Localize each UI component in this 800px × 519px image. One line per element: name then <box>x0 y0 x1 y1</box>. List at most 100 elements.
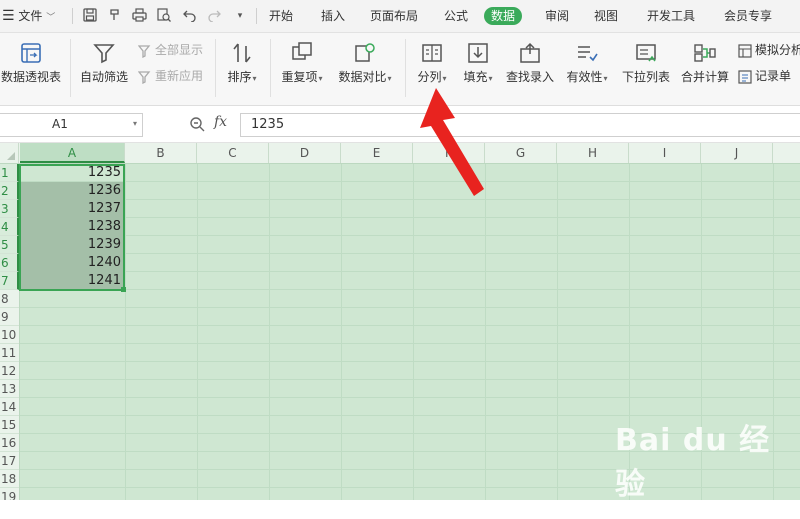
cell-a6[interactable]: 1240 <box>20 254 124 272</box>
column-header-h[interactable]: H <box>557 143 629 163</box>
data-compare-button[interactable]: 数据对比▾ <box>335 41 395 85</box>
fill-handle[interactable] <box>121 287 126 292</box>
sort-icon <box>233 43 251 63</box>
tab-data[interactable]: 数据 <box>484 7 523 25</box>
simulate-analysis-label: 模拟分析 <box>755 43 800 57</box>
row-header[interactable]: 10 <box>0 326 19 344</box>
funnel-clear-icon <box>138 44 151 58</box>
cell-a5[interactable]: 1239 <box>20 236 124 254</box>
column-header-b[interactable]: B <box>125 143 197 163</box>
column-header-j[interactable]: J <box>701 143 773 163</box>
cell-a1[interactable]: 1235 <box>20 164 124 182</box>
row-header[interactable]: 5 <box>0 236 19 254</box>
record-form-button[interactable]: 记录单 <box>738 67 791 85</box>
reapply-label: 重新应用 <box>155 69 204 83</box>
gridline <box>20 397 800 398</box>
caret-down-icon: ▾ <box>442 74 447 83</box>
row-header[interactable]: 17 <box>0 452 19 470</box>
divider <box>70 39 71 97</box>
row-header[interactable]: 6 <box>0 254 19 272</box>
row-header[interactable]: 12 <box>0 362 19 380</box>
row-header[interactable]: 9 <box>0 308 19 326</box>
record-form-label: 记录单 <box>755 69 792 83</box>
tab-home[interactable]: 开始 <box>269 0 293 32</box>
column-header-a[interactable]: A <box>20 143 125 163</box>
gridline <box>269 164 270 500</box>
lookup-entry-button[interactable]: 查找录入 <box>504 41 556 85</box>
print-preview-icon[interactable] <box>156 8 172 24</box>
zoom-search-icon[interactable] <box>189 116 205 136</box>
validity-button[interactable]: 有效性▾ <box>562 41 612 85</box>
row-header[interactable]: 18 <box>0 470 19 488</box>
redo-icon[interactable] <box>206 8 222 24</box>
dropdown-list-button[interactable]: 下拉列表 <box>620 41 672 85</box>
gridline <box>20 199 800 200</box>
tab-page-layout[interactable]: 页面布局 <box>370 0 418 32</box>
cell-a4[interactable]: 1238 <box>20 218 124 236</box>
split-column-label: 分列 <box>417 70 442 84</box>
name-box[interactable]: A1 ▾ <box>0 113 143 137</box>
row-header[interactable]: 13 <box>0 380 19 398</box>
formula-value: 1235 <box>251 117 285 132</box>
insert-function-button[interactable]: fx <box>214 114 227 130</box>
undo-icon[interactable] <box>182 8 198 24</box>
row-header[interactable]: 2 <box>0 182 19 200</box>
row-header[interactable]: 16 <box>0 434 19 452</box>
row-header[interactable]: 19 <box>0 488 19 500</box>
pivot-table-button[interactable]: 数据透视表 <box>0 41 62 85</box>
autofilter-button[interactable]: 自动筛选 <box>78 41 130 85</box>
fill-button[interactable]: 填充▾ <box>458 41 498 85</box>
row-header[interactable]: 7 <box>0 272 19 290</box>
tab-view[interactable]: 视图 <box>594 0 618 32</box>
tab-formulas[interactable]: 公式 <box>444 0 468 32</box>
tab-review[interactable]: 审阅 <box>545 0 569 32</box>
column-header-c[interactable]: C <box>197 143 269 163</box>
row-header[interactable]: 11 <box>0 344 19 362</box>
divider <box>405 39 406 97</box>
column-header-f[interactable]: F <box>413 143 485 163</box>
cell-a7[interactable]: 1241 <box>20 272 124 290</box>
reapply-button[interactable]: 重新应用 <box>138 67 203 85</box>
customize-quick-access-icon[interactable]: ▾ <box>232 8 248 24</box>
divider <box>215 39 216 97</box>
watermark-url: jingyan.baidu.com <box>615 505 735 519</box>
show-all-button[interactable]: 全部显示 <box>138 41 203 59</box>
row-header[interactable]: 1 <box>0 164 19 182</box>
tab-developer[interactable]: 开发工具 <box>647 0 695 32</box>
cell-a3[interactable]: 1237 <box>20 200 124 218</box>
column-header-d[interactable]: D <box>269 143 341 163</box>
column-header-g[interactable]: G <box>485 143 557 163</box>
gridline <box>485 164 486 500</box>
split-column-button[interactable]: 分列▾ <box>412 41 452 85</box>
merge-calc-label: 合并计算 <box>680 70 729 84</box>
sort-button[interactable]: 排序▾ <box>222 41 262 85</box>
gridline <box>557 164 558 500</box>
autofilter-label: 自动筛选 <box>79 70 128 84</box>
row-header[interactable]: 14 <box>0 398 19 416</box>
column-header-i[interactable]: I <box>629 143 701 163</box>
validity-label: 有效性 <box>566 70 603 84</box>
row-header[interactable]: 8 <box>0 290 19 308</box>
tab-insert[interactable]: 插入 <box>321 0 345 32</box>
merge-calc-button[interactable]: 合并计算 <box>679 41 731 85</box>
row-header[interactable]: 3 <box>0 200 19 218</box>
formula-input[interactable]: 1235 <box>240 113 800 137</box>
duplicates-button[interactable]: 重复项▾ <box>278 41 326 85</box>
column-header-e[interactable]: E <box>341 143 413 163</box>
gridline <box>20 379 800 380</box>
row-header[interactable]: 15 <box>0 416 19 434</box>
column-header-k[interactable] <box>773 143 800 163</box>
cell-a2[interactable]: 1236 <box>20 182 124 200</box>
row-header[interactable]: 4 <box>0 218 19 236</box>
select-all-corner[interactable] <box>0 143 19 163</box>
row-headers: 1 2 3 4 5 6 7 8 9 10 11 12 13 14 15 16 1… <box>0 164 20 500</box>
format-painter-icon[interactable] <box>107 8 123 24</box>
save-icon[interactable] <box>82 8 98 24</box>
simulate-analysis-button[interactable]: 模拟分析 <box>738 41 800 59</box>
tab-member[interactable]: 会员专享 <box>724 0 772 32</box>
data-compare-label: 数据对比 <box>338 70 387 84</box>
file-menu-label: 文件 <box>18 9 43 23</box>
file-menu[interactable]: ☰ 文件 ﹀ <box>2 0 55 32</box>
print-icon[interactable] <box>131 8 147 24</box>
caret-down-icon: ▾ <box>387 74 392 83</box>
